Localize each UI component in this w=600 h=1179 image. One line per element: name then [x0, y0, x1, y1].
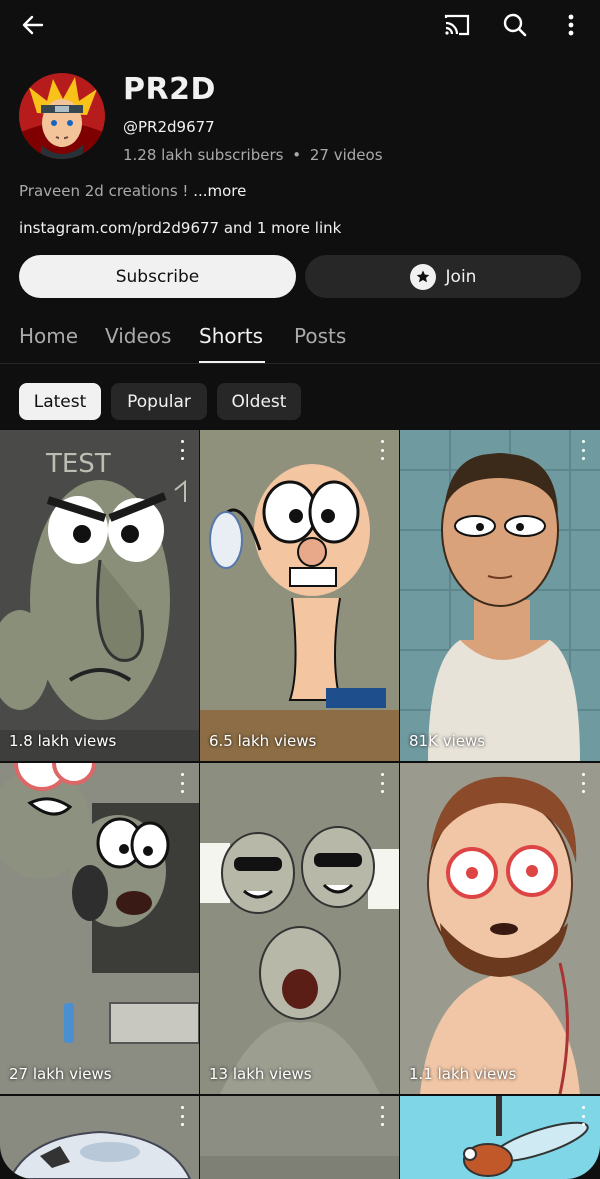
- short-thumbnail[interactable]: 6.5 lakh views: [200, 430, 399, 761]
- more-vert-icon[interactable]: [576, 440, 590, 460]
- channel-tabs: Home Videos Shorts Posts: [0, 318, 600, 364]
- short-views: 81K views: [409, 732, 486, 750]
- back-arrow-icon[interactable]: [16, 8, 50, 42]
- channel-description[interactable]: Praveen 2d creations ! ...more: [19, 182, 246, 200]
- more-vert-icon[interactable]: [576, 773, 590, 793]
- subscribe-button[interactable]: Subscribe: [19, 255, 296, 298]
- more-vert-icon[interactable]: [554, 8, 588, 42]
- join-label: Join: [445, 266, 477, 287]
- description-text: Praveen 2d creations !: [19, 182, 194, 200]
- short-views: 1.8 lakh views: [9, 732, 117, 750]
- short-thumbnail[interactable]: 27 lakh views: [0, 763, 199, 1094]
- more-vert-icon[interactable]: [175, 440, 189, 460]
- short-views: 13 lakh views: [209, 1065, 312, 1083]
- channel-handle: @PR2d9677: [123, 118, 215, 136]
- more-vert-icon[interactable]: [375, 1106, 389, 1126]
- more-vert-icon[interactable]: [175, 773, 189, 793]
- channel-name: PR2D: [123, 72, 216, 107]
- active-tab-indicator: [199, 361, 265, 363]
- star-icon: [409, 263, 436, 290]
- more-vert-icon[interactable]: [375, 773, 389, 793]
- video-count: 27 videos: [309, 146, 383, 164]
- top-app-bar: [0, 0, 600, 48]
- tab-home[interactable]: Home: [19, 324, 78, 348]
- short-views: 1.1 lakh views: [409, 1065, 517, 1083]
- subscriber-count: 1.28 lakh subscribers: [123, 146, 284, 164]
- tab-shorts[interactable]: Shorts: [199, 324, 263, 348]
- channel-avatar[interactable]: [19, 73, 105, 159]
- stats-separator: •: [292, 146, 302, 164]
- short-views: 6.5 lakh views: [209, 732, 317, 750]
- short-thumbnail[interactable]: [200, 1096, 399, 1179]
- board-word: TEST: [45, 449, 111, 479]
- search-icon[interactable]: [498, 8, 532, 42]
- short-thumbnail[interactable]: 1.1 lakh views: [400, 763, 600, 1094]
- short-thumbnail[interactable]: 13 lakh views: [200, 763, 399, 1094]
- channel-stats: 1.28 lakh subscribers • 27 videos: [123, 146, 383, 164]
- description-more-link[interactable]: ...more: [193, 182, 246, 200]
- short-thumbnail[interactable]: TEST 1.8 lakh views: [0, 430, 199, 761]
- join-button[interactable]: Join: [305, 255, 581, 298]
- more-vert-icon[interactable]: [375, 440, 389, 460]
- tab-videos[interactable]: Videos: [105, 324, 171, 348]
- short-thumbnail[interactable]: 81K views: [400, 430, 600, 761]
- cast-icon[interactable]: [440, 8, 474, 42]
- more-vert-icon[interactable]: [175, 1106, 189, 1126]
- tab-posts[interactable]: Posts: [294, 324, 346, 348]
- channel-links[interactable]: instagram.com/prd2d9677 and 1 more link: [19, 219, 341, 237]
- short-views: 27 lakh views: [9, 1065, 112, 1083]
- chip-popular[interactable]: Popular: [111, 383, 207, 420]
- short-thumbnail[interactable]: [0, 1096, 199, 1179]
- more-vert-icon[interactable]: [576, 1106, 590, 1126]
- chip-latest[interactable]: Latest: [19, 383, 101, 420]
- phone-screen: PR2D @PR2d9677 1.28 lakh subscribers • 2…: [0, 0, 600, 1179]
- chip-oldest[interactable]: Oldest: [217, 383, 301, 420]
- short-thumbnail[interactable]: [400, 1096, 600, 1179]
